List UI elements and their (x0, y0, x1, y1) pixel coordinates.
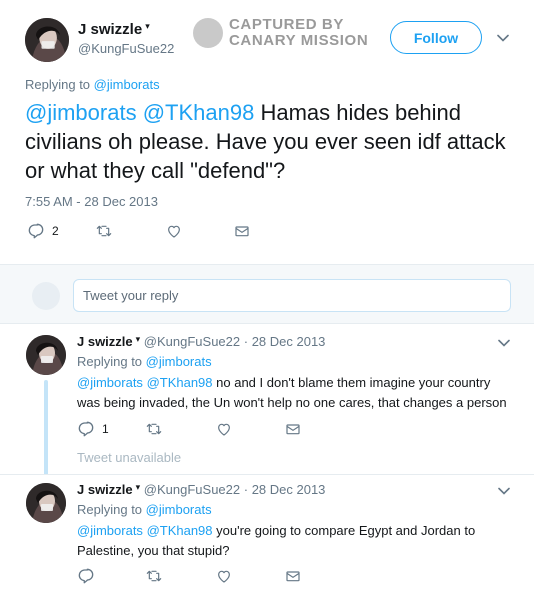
like-button[interactable] (216, 421, 232, 437)
retweet-icon (146, 568, 162, 584)
avatar[interactable] (25, 18, 69, 62)
author-name-text: J swizzle (78, 21, 143, 38)
dm-button[interactable] (234, 223, 250, 239)
replying-to: Replying to @jimborats (25, 77, 160, 92)
follow-button[interactable]: Follow (390, 21, 482, 54)
reply-tweet-1[interactable]: J swizzle ▾ @KungFuSue22 · 28 Dec 2013 Re… (0, 325, 534, 477)
envelope-icon (234, 223, 250, 239)
replying-to-link[interactable]: @jimborats (94, 77, 160, 92)
avatar[interactable] (26, 335, 66, 375)
tweet-timestamp[interactable]: 7:55 AM - 28 Dec 2013 (25, 194, 158, 209)
replying-prefix: Replying to (77, 354, 143, 369)
mention-link[interactable]: @jimborats (77, 375, 143, 390)
author-name[interactable]: J swizzle ▾ @KungFuSue22 · 28 Dec 2013 (77, 482, 325, 497)
reply-count: 1 (102, 422, 109, 436)
reply-composer: Tweet your reply (0, 264, 534, 324)
avatar[interactable] (26, 483, 66, 523)
tweet-text: @jimborats @TKhan98 Hamas hides behind c… (25, 98, 515, 185)
reply-tweet-2[interactable]: J swizzle ▾ @KungFuSue22 · 28 Dec 2013 Re… (0, 475, 534, 600)
envelope-icon (285, 421, 301, 437)
reply-icon (78, 568, 94, 584)
mention-link[interactable]: @TKhan98 (143, 100, 255, 125)
caret-icon: ▾ (145, 21, 150, 31)
viewer-avatar (32, 282, 60, 310)
heart-icon (216, 421, 232, 437)
replying-to-link[interactable]: @jimborats (146, 502, 212, 517)
retweet-icon (96, 223, 112, 239)
chevron-down-icon[interactable] (498, 487, 510, 495)
main-tweet: J swizzle ▾ @KungFuSue22 CAPTURED BY CANA… (0, 0, 534, 264)
dm-button[interactable] (285, 568, 301, 584)
author-name-text: J swizzle (77, 334, 133, 349)
reply-date[interactable]: · 28 Dec 2013 (244, 334, 326, 349)
reply-count: 2 (52, 224, 59, 238)
retweet-button[interactable] (96, 223, 112, 239)
reply-text: @jimborats @TKhan98 you're going to comp… (77, 521, 517, 561)
reply-button[interactable] (78, 568, 94, 584)
thread-connector (44, 380, 48, 477)
replying-to: Replying to @jimborats (77, 354, 212, 369)
caret-icon: ▾ (135, 482, 141, 492)
like-button[interactable] (216, 568, 232, 584)
reply-input[interactable]: Tweet your reply (73, 279, 511, 312)
watermark-line2: CANARY MISSION (229, 32, 369, 49)
tweet-unavailable: Tweet unavailable (77, 450, 182, 465)
replying-prefix: Replying to (25, 77, 91, 92)
replying-to-link[interactable]: @jimborats (146, 354, 212, 369)
replying-to: Replying to @jimborats (77, 502, 212, 517)
dm-button[interactable] (285, 421, 301, 437)
caret-icon: ▾ (135, 334, 141, 344)
watermark-line1: CAPTURED BY (229, 16, 344, 33)
author-handle[interactable]: @KungFuSue22 (144, 482, 240, 497)
envelope-icon (285, 568, 301, 584)
replying-prefix: Replying to (77, 502, 143, 517)
mention-link[interactable]: @jimborats (25, 100, 137, 125)
retweet-button[interactable] (146, 568, 162, 584)
chevron-down-icon[interactable] (497, 34, 509, 42)
reply-button[interactable]: 2 (28, 223, 59, 239)
mention-link[interactable]: @TKhan98 (147, 375, 213, 390)
retweet-button[interactable] (146, 421, 162, 437)
author-name-text: J swizzle (77, 482, 133, 497)
author-handle[interactable]: @KungFuSue22 (78, 41, 174, 56)
canary-logo-icon (193, 18, 223, 48)
author-handle[interactable]: @KungFuSue22 (144, 334, 240, 349)
watermark-text: CAPTURED BY CANARY MISSION (229, 17, 368, 49)
author-name[interactable]: J swizzle ▾ @KungFuSue22 · 28 Dec 2013 (77, 334, 325, 349)
mention-link[interactable]: @jimborats (77, 523, 143, 538)
reply-icon (28, 223, 44, 239)
heart-icon (166, 223, 182, 239)
reply-date[interactable]: · 28 Dec 2013 (244, 482, 326, 497)
mention-link[interactable]: @TKhan98 (147, 523, 213, 538)
reply-button[interactable]: 1 (78, 421, 109, 437)
chevron-down-icon[interactable] (498, 339, 510, 347)
reply-text: @jimborats @TKhan98 no and I don't blame… (77, 373, 517, 413)
author-name[interactable]: J swizzle ▾ (78, 21, 150, 38)
retweet-icon (146, 421, 162, 437)
watermark: CAPTURED BY CANARY MISSION (193, 16, 383, 50)
like-button[interactable] (166, 223, 182, 239)
heart-icon (216, 568, 232, 584)
reply-icon (78, 421, 94, 437)
